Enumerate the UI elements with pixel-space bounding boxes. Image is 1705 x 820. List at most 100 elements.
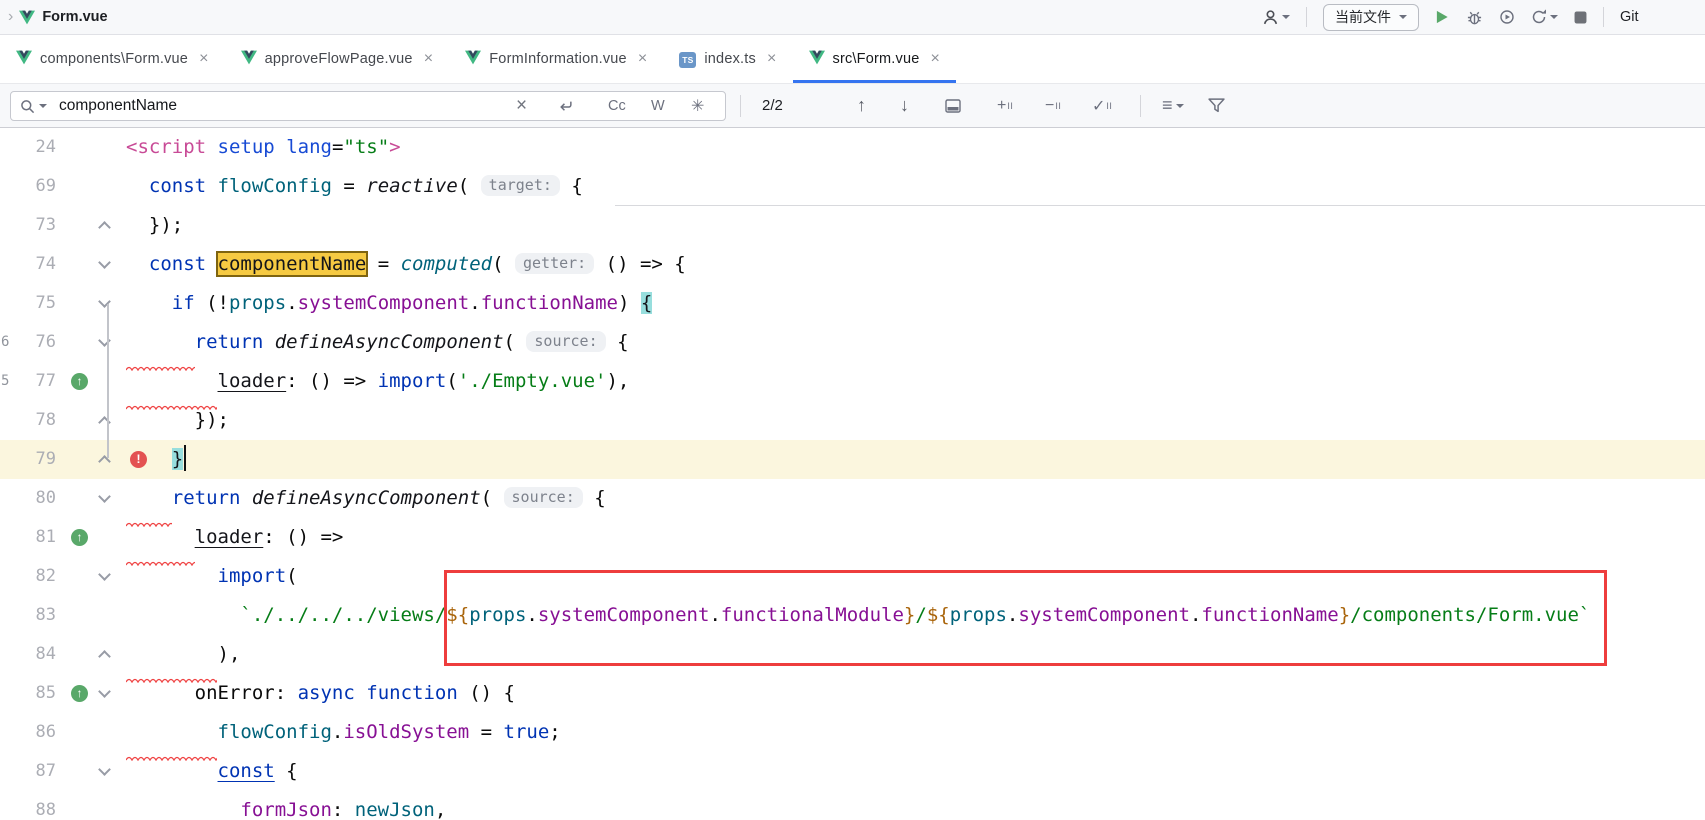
title-bar: › Form.vue 当前文件 bbox=[0, 0, 1705, 35]
divider bbox=[1140, 95, 1141, 117]
code-line-24[interactable]: 24<script setup lang="ts"> bbox=[0, 128, 1705, 167]
line-number: 80 bbox=[0, 479, 56, 518]
green-arrow-up-icon[interactable]: ↑ bbox=[71, 373, 88, 390]
gutter: 85↑ bbox=[0, 674, 126, 713]
tab-close-icon[interactable]: × bbox=[767, 51, 777, 67]
vue-icon bbox=[809, 50, 825, 69]
tab-close-icon[interactable]: × bbox=[424, 51, 434, 67]
next-occurrence-button[interactable]: ↓ bbox=[900, 84, 909, 127]
code-line-86[interactable]: 86 flowConfig.isOldSystem = true; bbox=[0, 713, 1705, 752]
code-line-83[interactable]: 83 `./../../../views/${props.systemCompo… bbox=[0, 596, 1705, 635]
fold-start-icon[interactable] bbox=[98, 685, 111, 698]
line-number: 77 bbox=[0, 362, 56, 401]
inlay-hint: target: bbox=[481, 175, 560, 196]
remove-occurrence-button[interactable]: −II bbox=[1045, 84, 1061, 127]
code-line-82[interactable]: 82 import( bbox=[0, 557, 1705, 596]
clear-search-icon[interactable]: × bbox=[516, 92, 527, 120]
gutter: 88 bbox=[0, 791, 126, 820]
editor-tab-bar: components\Form.vue×approveFlowPage.vue×… bbox=[0, 35, 1705, 84]
gutter: 69 bbox=[0, 167, 126, 206]
run-config-dropdown[interactable]: 当前文件 bbox=[1323, 4, 1419, 31]
git-menu[interactable]: Git bbox=[1620, 9, 1639, 25]
green-arrow-up-icon[interactable]: ↑ bbox=[71, 529, 88, 546]
match-case-toggle[interactable]: Cc bbox=[608, 92, 626, 120]
code-line-69[interactable]: 69 const flowConfig = reactive( target: … bbox=[0, 167, 1705, 206]
code-line-84[interactable]: 84 ), bbox=[0, 635, 1705, 674]
run-config-label: 当前文件 bbox=[1335, 7, 1391, 27]
coverage-button[interactable] bbox=[1499, 9, 1515, 25]
search-query-text: componentName bbox=[59, 92, 177, 120]
code-line-81[interactable]: 81↑ loader: () => bbox=[0, 518, 1705, 557]
search-icon[interactable] bbox=[20, 92, 35, 120]
vue-logo-icon bbox=[19, 10, 35, 25]
code-line-85[interactable]: 85↑ onError: async function () { bbox=[0, 674, 1705, 713]
stop-button[interactable] bbox=[1574, 11, 1587, 24]
line-number: 78 bbox=[0, 401, 56, 440]
chevron-down-icon bbox=[1282, 15, 1290, 19]
text-caret bbox=[184, 445, 186, 471]
search-input[interactable]: componentName × Cc W ✳ bbox=[10, 91, 726, 121]
tab-index-ts[interactable]: TSindex.ts× bbox=[663, 35, 792, 83]
gutter: 83 bbox=[0, 596, 126, 635]
fold-start-icon[interactable] bbox=[98, 490, 111, 503]
code-line-74[interactable]: 74 const componentName = computed( gette… bbox=[0, 245, 1705, 284]
tab-approveflowpage-vue[interactable]: approveFlowPage.vue× bbox=[225, 35, 450, 83]
view-options-button[interactable]: ≡ bbox=[1162, 84, 1184, 127]
divider bbox=[740, 95, 741, 117]
code-text: formJson: newJson, bbox=[126, 791, 446, 820]
chevron-down-icon bbox=[1399, 15, 1407, 19]
error-icon[interactable]: ! bbox=[130, 451, 147, 468]
gutter: 87 bbox=[0, 752, 126, 791]
code-text: const componentName = computed( getter: … bbox=[126, 245, 686, 284]
editor[interactable]: 24<script setup lang="ts">69 const flowC… bbox=[0, 128, 1705, 820]
code-text: `./../../../views/${props.systemComponen… bbox=[126, 596, 1590, 635]
inlay-hint: getter: bbox=[515, 253, 594, 274]
inlay-hint: source: bbox=[526, 331, 605, 352]
run-button[interactable] bbox=[1435, 9, 1450, 25]
tab-components-form-vue[interactable]: components\Form.vue× bbox=[0, 35, 225, 83]
code-line-80[interactable]: 80 return defineAsyncComponent( source: … bbox=[0, 479, 1705, 518]
fold-start-icon[interactable] bbox=[98, 763, 111, 776]
tab-src-form-vue[interactable]: src\Form.vue× bbox=[793, 35, 957, 83]
tab-close-icon[interactable]: × bbox=[931, 51, 941, 67]
code-line-77[interactable]: 577↑ loader: () => import('./Empty.vue')… bbox=[0, 362, 1705, 401]
green-arrow-up-icon[interactable]: ↑ bbox=[71, 685, 88, 702]
fold-start-icon[interactable] bbox=[98, 568, 111, 581]
code-line-88[interactable]: 88 formJson: newJson, bbox=[0, 791, 1705, 820]
filter-button[interactable] bbox=[1208, 84, 1225, 127]
code-line-76[interactable]: 676 return defineAsyncComponent( source:… bbox=[0, 323, 1705, 362]
line-number: 88 bbox=[0, 791, 56, 820]
prev-occurrence-button[interactable]: ↑ bbox=[857, 84, 866, 127]
gutter: 86 bbox=[0, 713, 126, 752]
gutter: 82 bbox=[0, 557, 126, 596]
error-squiggle bbox=[126, 549, 195, 554]
add-occurrence-button[interactable]: +II bbox=[997, 84, 1013, 127]
regex-toggle[interactable]: ✳ bbox=[691, 92, 704, 120]
tab-close-icon[interactable]: × bbox=[199, 51, 209, 67]
divider bbox=[1306, 7, 1307, 27]
line-number: 84 bbox=[0, 635, 56, 674]
code-line-75[interactable]: 75 if (!props.systemComponent.functionNa… bbox=[0, 284, 1705, 323]
code-line-79[interactable]: 79! } bbox=[0, 440, 1705, 479]
tab-close-icon[interactable]: × bbox=[638, 51, 648, 67]
code-line-87[interactable]: 87 const { bbox=[0, 752, 1705, 791]
newline-icon[interactable] bbox=[558, 92, 573, 120]
code-line-78[interactable]: 78 }); bbox=[0, 401, 1705, 440]
gutter: 24 bbox=[0, 128, 126, 167]
results-count: 2/2 bbox=[762, 84, 783, 127]
gutter: 80 bbox=[0, 479, 126, 518]
open-in-find-window-button[interactable] bbox=[945, 84, 961, 127]
fold-end-icon[interactable] bbox=[98, 221, 111, 234]
code-line-73[interactable]: 73 }); bbox=[0, 206, 1705, 245]
fold-start-icon[interactable] bbox=[98, 256, 111, 269]
rerun-button[interactable] bbox=[1531, 9, 1558, 25]
select-all-occurrences-button[interactable]: ✓II bbox=[1092, 84, 1112, 127]
words-toggle[interactable]: W bbox=[651, 92, 665, 120]
vue-icon bbox=[465, 50, 481, 69]
search-history-icon[interactable] bbox=[39, 92, 47, 120]
tab-forminformation-vue[interactable]: FormInformation.vue× bbox=[449, 35, 663, 83]
error-squiggle bbox=[126, 666, 217, 671]
user-icon[interactable] bbox=[1262, 9, 1290, 26]
debug-button[interactable] bbox=[1466, 9, 1483, 26]
fold-end-icon[interactable] bbox=[98, 650, 111, 663]
